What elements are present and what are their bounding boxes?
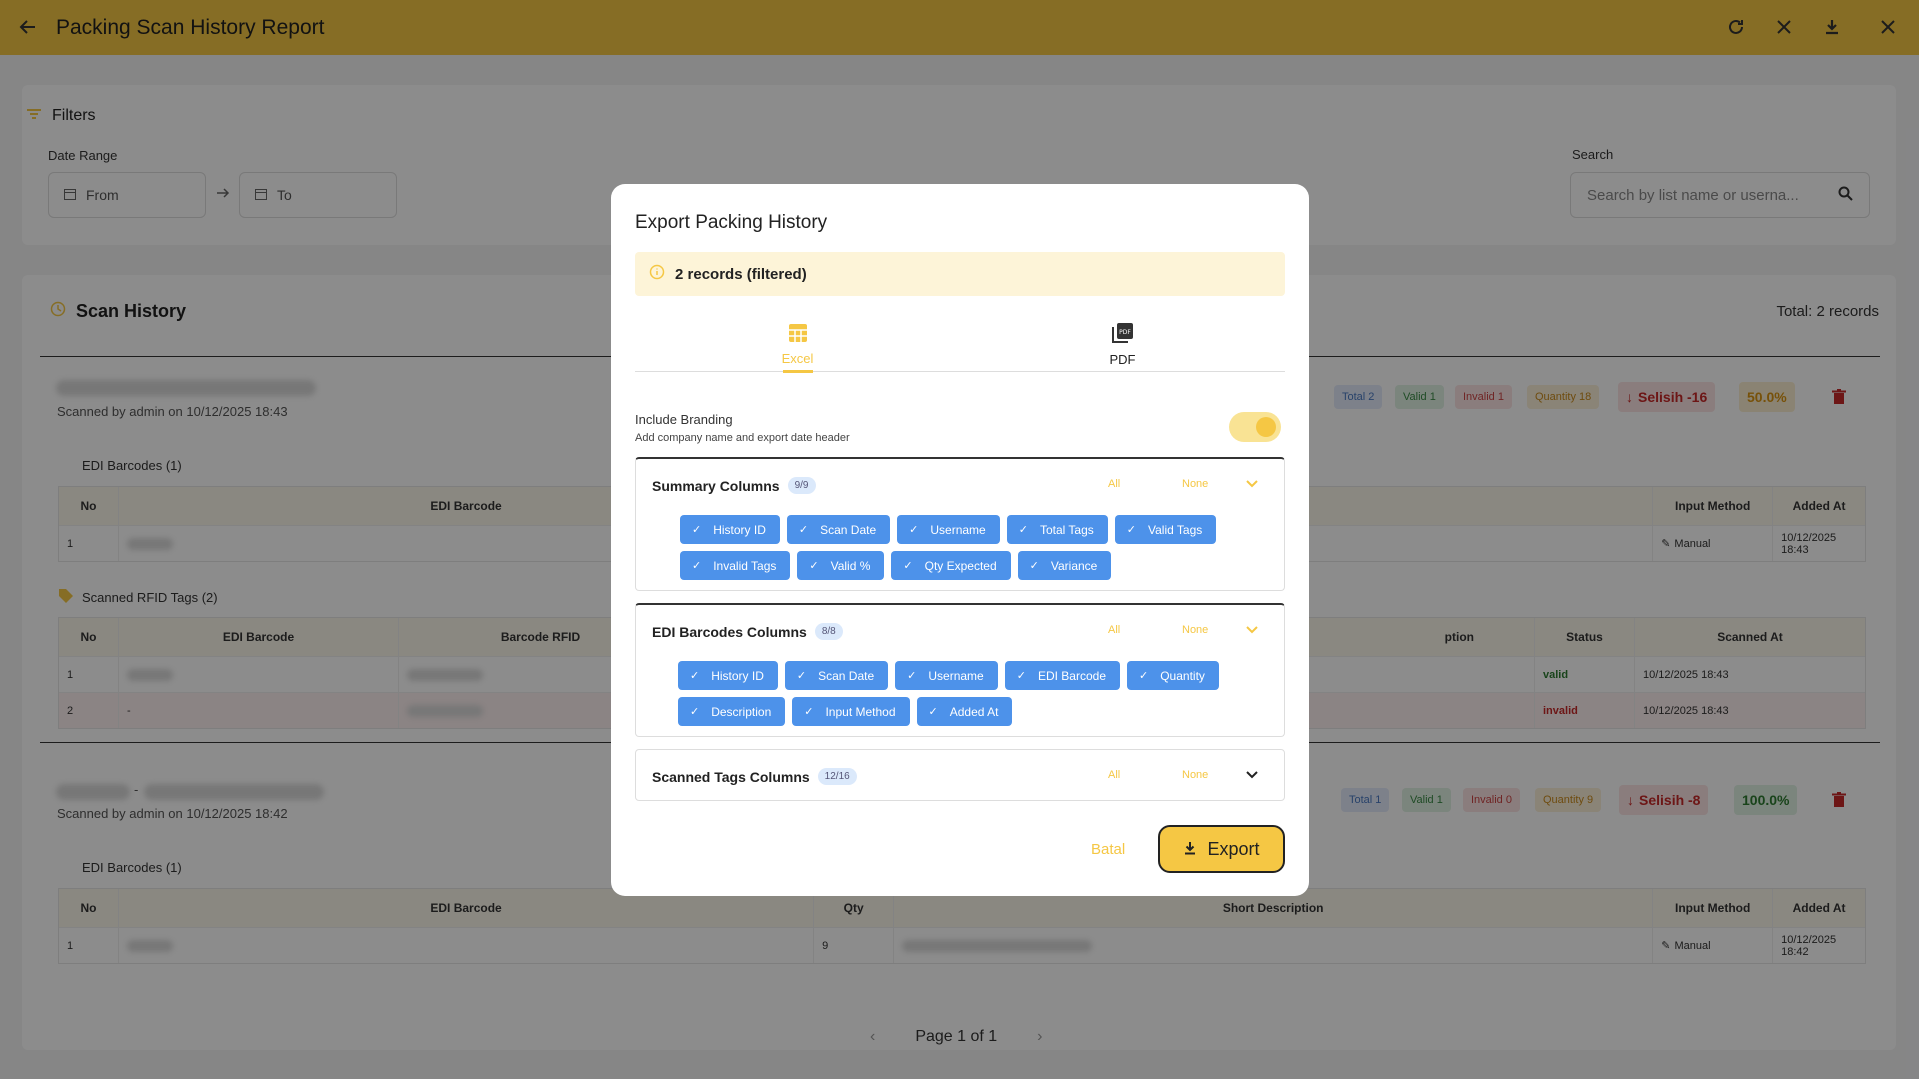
select-none-button[interactable]: None <box>1182 478 1208 490</box>
check-icon: ✓ <box>692 524 702 536</box>
tab-excel[interactable]: Excel <box>635 316 960 372</box>
pdf-icon: PDF <box>1111 322 1134 347</box>
tab-pdf-label: PDF <box>1109 351 1136 367</box>
check-icon: ✓ <box>804 706 814 718</box>
column-chip-label: Valid % <box>830 558 871 573</box>
column-chip-input-method[interactable]: ✓ Input Method <box>792 697 910 726</box>
column-chip-added-at[interactable]: ✓ Added At <box>916 697 1013 726</box>
scanned-tags-columns-title: Scanned Tags Columns 12/16 <box>652 768 857 785</box>
cancel-button[interactable]: Batal <box>1091 841 1125 858</box>
column-chip-label: History ID <box>713 522 766 537</box>
column-chip-label: History ID <box>711 668 764 683</box>
column-chip-invalid-tags[interactable]: ✓ Invalid Tags <box>680 551 791 580</box>
chevron-up-icon[interactable] <box>1244 621 1260 637</box>
column-chip-label: EDI Barcode <box>1037 668 1106 683</box>
column-chip-history-id[interactable]: ✓ History ID <box>678 661 778 690</box>
column-chip-label: Username <box>930 522 986 537</box>
select-all-button[interactable]: All <box>1108 769 1120 781</box>
column-chip-label: Added At <box>949 704 999 719</box>
check-icon: ✓ <box>1029 560 1039 572</box>
check-icon: ✓ <box>798 524 809 536</box>
count-badge: 9/9 <box>787 477 816 494</box>
edi-column-pills: ✓ History ID ✓ Scan Date ✓ Username ✓ EDI Ba… <box>678 661 1248 726</box>
check-icon: ✓ <box>690 706 700 718</box>
chevron-down-icon[interactable] <box>1244 766 1260 782</box>
count-badge: 8/8 <box>814 623 843 640</box>
summary-column-pills: ✓ History ID ✓ Scan Date ✓ Username ✓ Total … <box>680 515 1240 580</box>
edi-columns-section: EDI Barcodes Columns 8/8 All None ✓ Histo… <box>635 603 1285 737</box>
column-chip-label: Quantity <box>1160 668 1205 683</box>
check-icon: ✓ <box>903 560 913 572</box>
modal-title: Export Packing History <box>635 212 828 233</box>
column-chip-label: Description <box>711 704 772 719</box>
check-icon: ✓ <box>690 670 700 682</box>
column-chip-label: Variance <box>1050 558 1098 573</box>
export-button-label: Export <box>1207 838 1260 859</box>
check-icon: ✓ <box>796 670 807 682</box>
column-chip-label: Username <box>928 668 984 683</box>
column-chip-username[interactable]: ✓ Username <box>895 661 998 690</box>
check-icon: ✓ <box>909 524 919 536</box>
select-none-button[interactable]: None <box>1182 769 1208 781</box>
column-chip-scan-date[interactable]: ✓ Scan Date <box>786 515 891 544</box>
records-info-banner: 2 records (filtered) <box>635 252 1285 296</box>
column-chip-label: Invalid Tags <box>713 558 777 573</box>
column-chip-total-tags[interactable]: ✓ Total Tags <box>1006 515 1108 544</box>
column-chip-quantity[interactable]: ✓ Quantity <box>1127 661 1219 690</box>
select-all-button[interactable]: All <box>1108 478 1120 490</box>
edi-columns-title: EDI Barcodes Columns 8/8 <box>652 623 843 640</box>
branding-description: Add company name and export date header <box>635 432 850 444</box>
column-chip-description[interactable]: ✓ Description <box>678 697 786 726</box>
column-chip-variance[interactable]: ✓ Variance <box>1017 551 1112 580</box>
column-chip-label: Input Method <box>825 704 896 719</box>
column-chip-history-id[interactable]: ✓ History ID <box>680 515 780 544</box>
check-icon: ✓ <box>692 560 702 572</box>
export-button[interactable]: Export <box>1158 825 1285 873</box>
active-tab-indicator <box>783 370 813 373</box>
svg-text:PDF: PDF <box>1119 329 1131 336</box>
section-title-text: Scanned Tags Columns <box>652 768 810 785</box>
check-icon: ✓ <box>1139 670 1149 682</box>
column-chip-edi-barcode[interactable]: ✓ EDI Barcode <box>1004 661 1120 690</box>
column-chip-valid-tags[interactable]: ✓ Valid Tags <box>1114 515 1217 544</box>
format-tabs: Excel PDF PDF <box>635 316 1285 373</box>
column-chip-label: Scan Date <box>818 668 875 683</box>
tab-excel-label: Excel <box>781 350 814 366</box>
column-chip-qty-expected[interactable]: ✓ Qty Expected <box>891 551 1011 580</box>
select-none-button[interactable]: None <box>1182 624 1208 636</box>
info-icon <box>649 264 665 284</box>
chevron-up-icon[interactable] <box>1244 475 1260 491</box>
branding-option: Include Branding Add company name and ex… <box>635 412 850 444</box>
column-chip-label: Total Tags <box>1039 522 1094 537</box>
summary-columns-section: Summary Columns 9/9 All None ✓ History ID… <box>635 457 1285 591</box>
records-info-text: 2 records (filtered) <box>675 265 807 283</box>
column-chip-valid-percent[interactable]: ✓ Valid % <box>797 551 885 580</box>
check-icon: ✓ <box>1126 524 1136 536</box>
column-chip-username[interactable]: ✓ Username <box>897 515 1000 544</box>
column-chip-label: Valid Tags <box>1147 522 1203 537</box>
download-icon <box>1183 839 1197 860</box>
scanned-tags-columns-section[interactable]: Scanned Tags Columns 12/16 All None <box>635 749 1285 801</box>
column-chip-label: Qty Expected <box>924 558 997 573</box>
tab-pdf[interactable]: PDF PDF <box>960 316 1285 372</box>
count-badge: 12/16 <box>817 768 857 785</box>
check-icon: ✓ <box>1016 670 1026 682</box>
check-icon: ✓ <box>1018 524 1028 536</box>
toggle-knob <box>1256 417 1276 437</box>
export-modal: Export Packing History 2 records (filter… <box>611 184 1309 896</box>
check-icon: ✓ <box>907 670 917 682</box>
section-title-text: Summary Columns <box>652 477 780 494</box>
column-chip-label: Scan Date <box>820 522 877 537</box>
branding-toggle[interactable] <box>1229 412 1281 442</box>
check-icon: ✓ <box>809 560 819 572</box>
check-icon: ✓ <box>928 706 938 718</box>
section-title-text: EDI Barcodes Columns <box>652 623 807 640</box>
column-chip-scan-date[interactable]: ✓ Scan Date <box>784 661 889 690</box>
branding-title: Include Branding <box>635 412 733 427</box>
select-all-button[interactable]: All <box>1108 624 1120 636</box>
summary-columns-title: Summary Columns 9/9 <box>652 477 816 494</box>
table-icon <box>788 323 808 346</box>
